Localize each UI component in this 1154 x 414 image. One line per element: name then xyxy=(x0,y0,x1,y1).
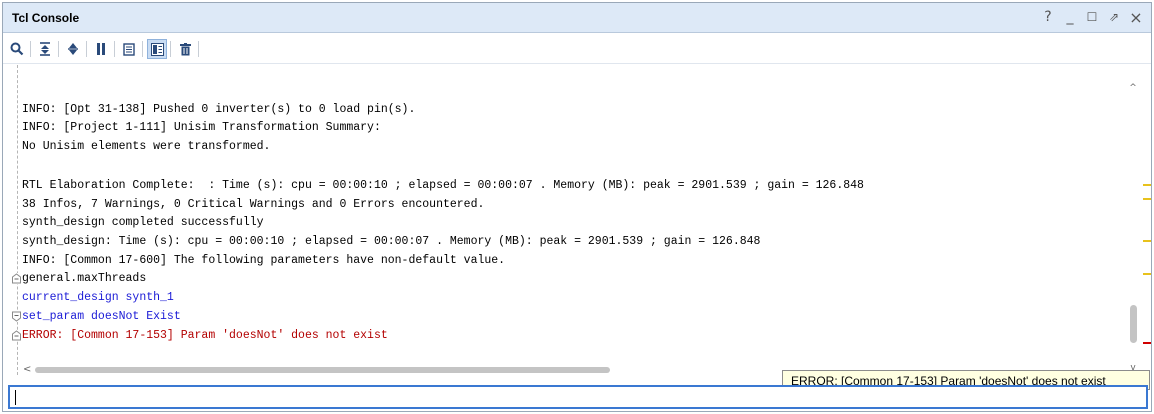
scroll-up-icon[interactable]: ^ xyxy=(1128,83,1138,93)
console-line: general.maxThreads xyxy=(22,272,147,285)
console-line: RTL Elaboration Complete: : Time (s): cp… xyxy=(22,179,864,192)
expand-all-button[interactable] xyxy=(63,39,83,59)
collapse-all-button[interactable] xyxy=(35,39,55,59)
toolbar-separator xyxy=(170,41,171,57)
console-line: No Unisim elements were transformed. xyxy=(22,140,271,153)
console-error-line: ERROR: [Common 17-153] Param 'doesNot' d… xyxy=(22,329,388,342)
vertical-scroll-thumb[interactable] xyxy=(1130,305,1137,343)
title-bar: Tcl Console ? _ ☐ ⇗ × xyxy=(3,3,1151,33)
fold-open-icon[interactable] xyxy=(12,273,22,284)
pause-icon xyxy=(97,43,105,55)
tcl-command-input[interactable] xyxy=(8,385,1148,409)
console-command-line: set_param doesNot Exist xyxy=(22,310,181,323)
minimize-icon[interactable]: _ xyxy=(1063,9,1077,25)
window-controls: ? _ ☐ ⇗ × xyxy=(1041,8,1143,27)
error-marker[interactable] xyxy=(1143,342,1151,344)
copy-icon xyxy=(123,42,135,56)
fold-close-icon[interactable] xyxy=(12,311,22,322)
console-toolbar xyxy=(3,34,1151,64)
copy-button[interactable] xyxy=(119,39,139,59)
collapse-all-icon xyxy=(40,42,50,56)
toolbar-separator xyxy=(114,41,115,57)
toolbar-separator xyxy=(198,41,199,57)
window-title: Tcl Console xyxy=(12,11,80,25)
scroll-left-icon[interactable]: < xyxy=(23,364,31,375)
console-line: 38 Infos, 7 Warnings, 0 Critical Warning… xyxy=(22,198,485,211)
toolbar-separator xyxy=(142,41,143,57)
console-output[interactable]: INFO: [Opt 31-138] Pushed 0 inverter(s) … xyxy=(12,65,1124,380)
search-button[interactable] xyxy=(7,39,27,59)
show-commands-button[interactable] xyxy=(147,39,167,59)
close-icon[interactable]: × xyxy=(1129,8,1143,27)
fold-open-icon[interactable] xyxy=(12,330,22,341)
console-line: synth_design: Time (s): cpu = 00:00:10 ;… xyxy=(22,235,761,248)
horizontal-scroll-thumb[interactable] xyxy=(35,367,610,373)
console-line: INFO: [Common 17-600] The following para… xyxy=(22,254,506,267)
console-line: INFO: [Opt 31-138] Pushed 0 inverter(s) … xyxy=(22,103,416,116)
warning-marker[interactable] xyxy=(1143,184,1151,186)
help-icon[interactable]: ? xyxy=(1041,9,1055,25)
warning-marker[interactable] xyxy=(1143,273,1151,275)
maximize-icon[interactable]: ☐ xyxy=(1085,9,1099,25)
toolbar-separator xyxy=(30,41,31,57)
console-line: synth_design completed successfully xyxy=(22,216,264,229)
message-marker-strip xyxy=(1143,65,1151,385)
show-commands-icon xyxy=(150,42,164,56)
trash-icon xyxy=(179,42,191,55)
toolbar-separator xyxy=(58,41,59,57)
vertical-scrollbar[interactable]: ^ v xyxy=(1127,83,1139,383)
warning-marker[interactable] xyxy=(1143,198,1151,200)
clear-button[interactable] xyxy=(175,39,195,59)
console-command-line: current_design synth_1 xyxy=(22,291,174,304)
warning-marker[interactable] xyxy=(1143,240,1151,242)
fold-gutter xyxy=(17,65,18,375)
search-icon xyxy=(10,42,24,56)
tcl-console-window: Tcl Console ? _ ☐ ⇗ × INFO: [Opt 31-138]… xyxy=(2,2,1152,412)
text-caret xyxy=(15,390,16,405)
expand-all-icon xyxy=(68,43,78,55)
console-line: INFO: [Project 1-111] Unisim Transformat… xyxy=(22,121,381,134)
pause-button[interactable] xyxy=(91,39,111,59)
toolbar-separator xyxy=(86,41,87,57)
float-icon[interactable]: ⇗ xyxy=(1107,9,1121,25)
